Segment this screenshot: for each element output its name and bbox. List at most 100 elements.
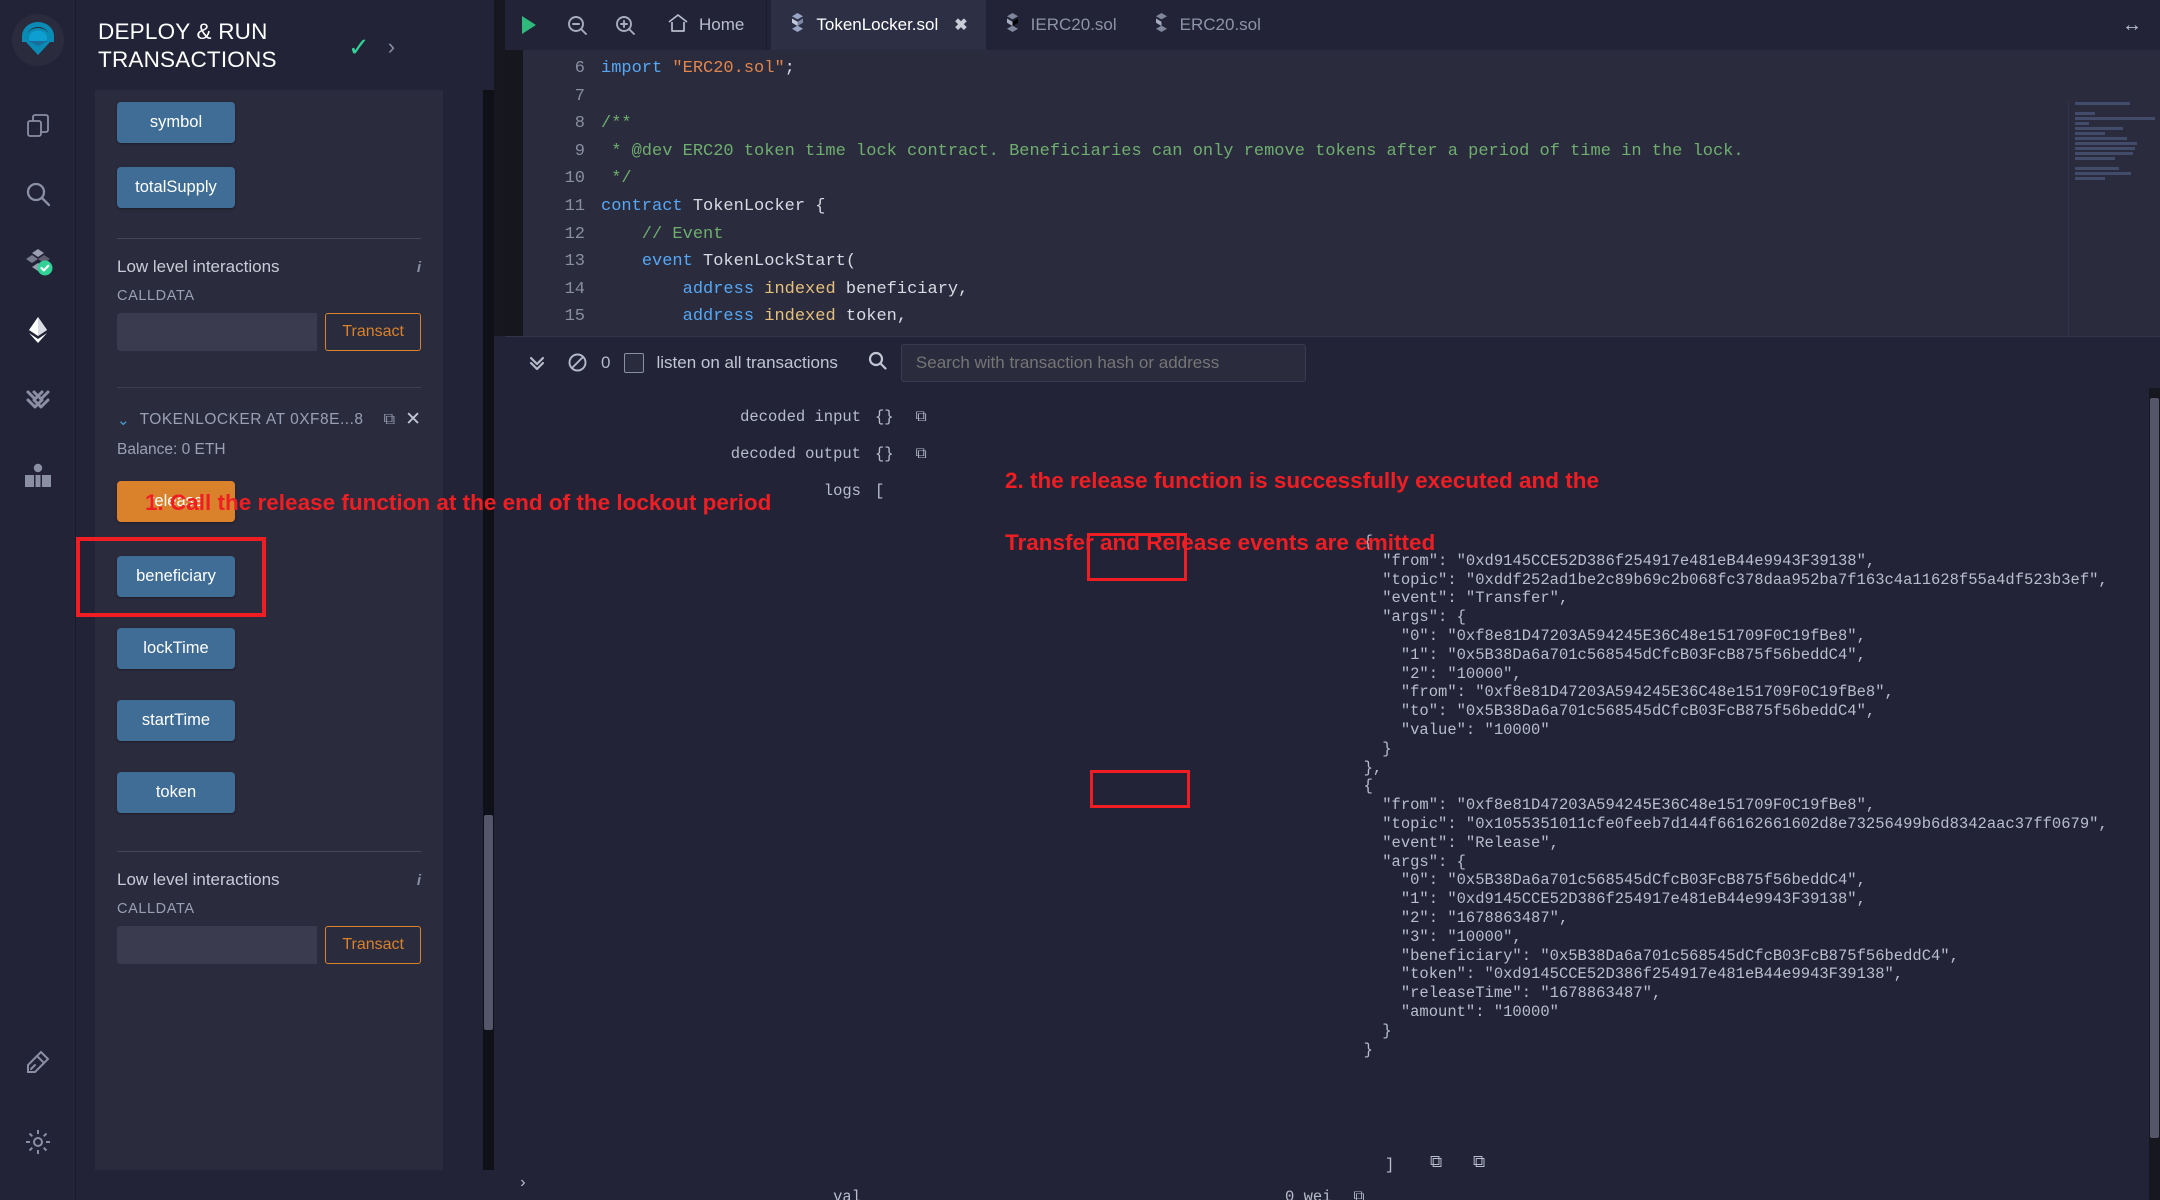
function-button-totalsupply[interactable]: totalSupply [117, 167, 235, 208]
tab-ierc20-sol[interactable]: IERC20.sol [986, 0, 1135, 50]
function-button-symbol[interactable]: symbol [117, 102, 235, 143]
minimap-line [2075, 157, 2115, 160]
clear-console-button[interactable] [557, 343, 597, 383]
calldata-input-1[interactable] [117, 313, 318, 351]
code-line-number: 7 [574, 86, 585, 106]
code-line-text: address indexed token, [682, 307, 908, 327]
copy-icon[interactable]: ⧉ [1473, 1153, 1485, 1173]
tab-home-label: Home [699, 15, 745, 34]
sidebar-item-learneth[interactable] [0, 444, 76, 512]
panel-check-icon[interactable]: ✓ [348, 34, 370, 60]
expand-editor-button[interactable]: ↔ [2122, 14, 2160, 37]
minimap-line [2075, 137, 2127, 140]
learneth-icon [23, 461, 53, 496]
transact-button-2[interactable]: Transact [325, 926, 421, 964]
left-panel-scrollbar-thumb[interactable] [484, 815, 493, 1030]
terminal-prompt[interactable]: › [518, 1174, 528, 1192]
panel-header: DEPLOY & RUN TRANSACTIONS ✓ › [76, 0, 494, 88]
annotation-2-line2: Transfer and Release events are emitted [1005, 530, 1436, 555]
info-icon[interactable]: i [417, 259, 421, 276]
function-button-locktime[interactable]: lockTime [117, 628, 235, 669]
code-line-number: 14 [564, 279, 585, 299]
deployed-contract-header[interactable]: ⌄ TOKENLOCKER AT 0XF8E...8 ⧉ ✕ [117, 408, 421, 431]
code-line-text: */ [601, 169, 632, 189]
listen-on-all-transactions-checkbox[interactable] [624, 352, 645, 373]
search-icon [24, 180, 52, 213]
calldata-label: CALLDATA [117, 288, 195, 304]
plugin-manager-icon [24, 1048, 52, 1081]
calldata-input-2[interactable] [117, 926, 318, 964]
minimap-line [2075, 122, 2089, 125]
sidebar-item-file-explorer[interactable] [0, 94, 76, 162]
sidebar-item-deploy-run[interactable] [0, 298, 76, 366]
sol-file-icon [1153, 13, 1170, 37]
code-minimap[interactable] [2068, 100, 2160, 336]
copy-icon[interactable]: ⧉ [1430, 1153, 1442, 1173]
code-line-text: /** [601, 114, 632, 134]
zoom-out-button[interactable] [553, 0, 601, 50]
copy-icon[interactable]: ⧉ [384, 411, 395, 429]
code-line: 9 * @dev ERC20 token time lock contract.… [523, 138, 2160, 166]
tab-tokenlocker-sol[interactable]: TokenLocker.sol ✖ [771, 0, 986, 50]
annotation-1-text: 1. Call the release function at the end … [145, 490, 772, 515]
function-button-token[interactable]: token [117, 772, 235, 813]
tab-erc20-sol[interactable]: ERC20.sol [1135, 0, 1279, 50]
decoded-output-value: {} [875, 444, 894, 463]
code-line: 11 contract TokenLocker { [523, 193, 2160, 221]
debugger-icon [23, 383, 53, 418]
solidity-compiler-icon [22, 246, 54, 283]
terminal-scrollbar-thumb[interactable] [2150, 398, 2159, 1138]
activity-icon-bar [0, 0, 76, 1200]
chevron-down-icon[interactable]: ⌄ [117, 411, 130, 429]
code-line-number: 11 [564, 196, 585, 216]
info-icon-2[interactable]: i [417, 872, 421, 889]
page-title: DEPLOY & RUN TRANSACTIONS [98, 19, 277, 72]
sidebar-item-plugin-manager[interactable] [0, 1030, 76, 1098]
tab-home[interactable]: Home [649, 0, 762, 50]
search-icon[interactable] [868, 351, 887, 375]
minimap-line [2075, 142, 2137, 145]
code-line: 7 [523, 83, 2160, 111]
copy-icon[interactable]: ⧉ [1354, 1188, 1365, 1200]
code-line-number: 6 [574, 59, 585, 78]
logs-close-bracket: ] [1385, 1156, 1395, 1174]
sol-file-icon [1004, 13, 1021, 37]
collapse-terminal-button[interactable] [517, 343, 557, 383]
code-content[interactable]: 6 import "ERC20.sol"; 7 8 /** 9 * @dev ERC20 … [505, 50, 2160, 336]
copy-icon[interactable]: ⧉ [916, 408, 927, 426]
code-line-text: contract TokenLocker { [601, 196, 826, 216]
val-value: 0 wei [1285, 1187, 1332, 1200]
tab-label: TokenLocker.sol [816, 15, 939, 34]
deploy-run-panel-body: symbol totalSupply Low level interaction… [95, 90, 443, 1170]
copy-icon[interactable]: ⧉ [916, 445, 927, 463]
code-gutter-background [505, 50, 523, 336]
gear-icon [24, 1128, 52, 1161]
function-button-starttime[interactable]: startTime [117, 700, 235, 741]
sidebar-item-debugger[interactable] [0, 366, 76, 434]
decoded-output-key: decoded output [730, 444, 861, 463]
code-lines: 6 import "ERC20.sol"; 7 8 /** 9 * @dev ERC20 … [523, 55, 2160, 331]
editor-left-scrollbar[interactable] [494, 0, 505, 336]
low-level-interactions-2: Low level interactions i [117, 870, 421, 890]
tab-close-icon[interactable]: ✖ [954, 15, 967, 35]
low-level-title-2: Low level interactions [117, 870, 280, 889]
sidebar-item-settings[interactable] [0, 1110, 76, 1178]
function-button-beneficiary[interactable]: beneficiary [117, 556, 235, 597]
panel-header-icons: ✓ › [348, 18, 395, 60]
transact-button-1[interactable]: Transact [325, 313, 421, 351]
run-script-button[interactable] [505, 0, 553, 50]
sidebar-item-solidity-compiler[interactable] [0, 230, 76, 298]
zoom-in-button[interactable] [601, 0, 649, 50]
chevron-right-icon[interactable]: › [388, 36, 395, 58]
minimap-line [2075, 112, 2095, 115]
tab-label: IERC20.sol [1030, 15, 1117, 34]
annotation-2-line1: 2. the release function is successfully … [1005, 468, 1599, 493]
close-icon[interactable]: ✕ [405, 408, 421, 431]
remix-logo-icon[interactable] [11, 14, 64, 66]
transaction-search-input[interactable] [900, 343, 1306, 382]
sidebar-item-search[interactable] [0, 162, 76, 230]
minimap-line [2075, 102, 2130, 105]
minimap-line [2075, 172, 2131, 175]
divider-3 [117, 851, 421, 852]
code-line-number: 10 [564, 169, 585, 189]
